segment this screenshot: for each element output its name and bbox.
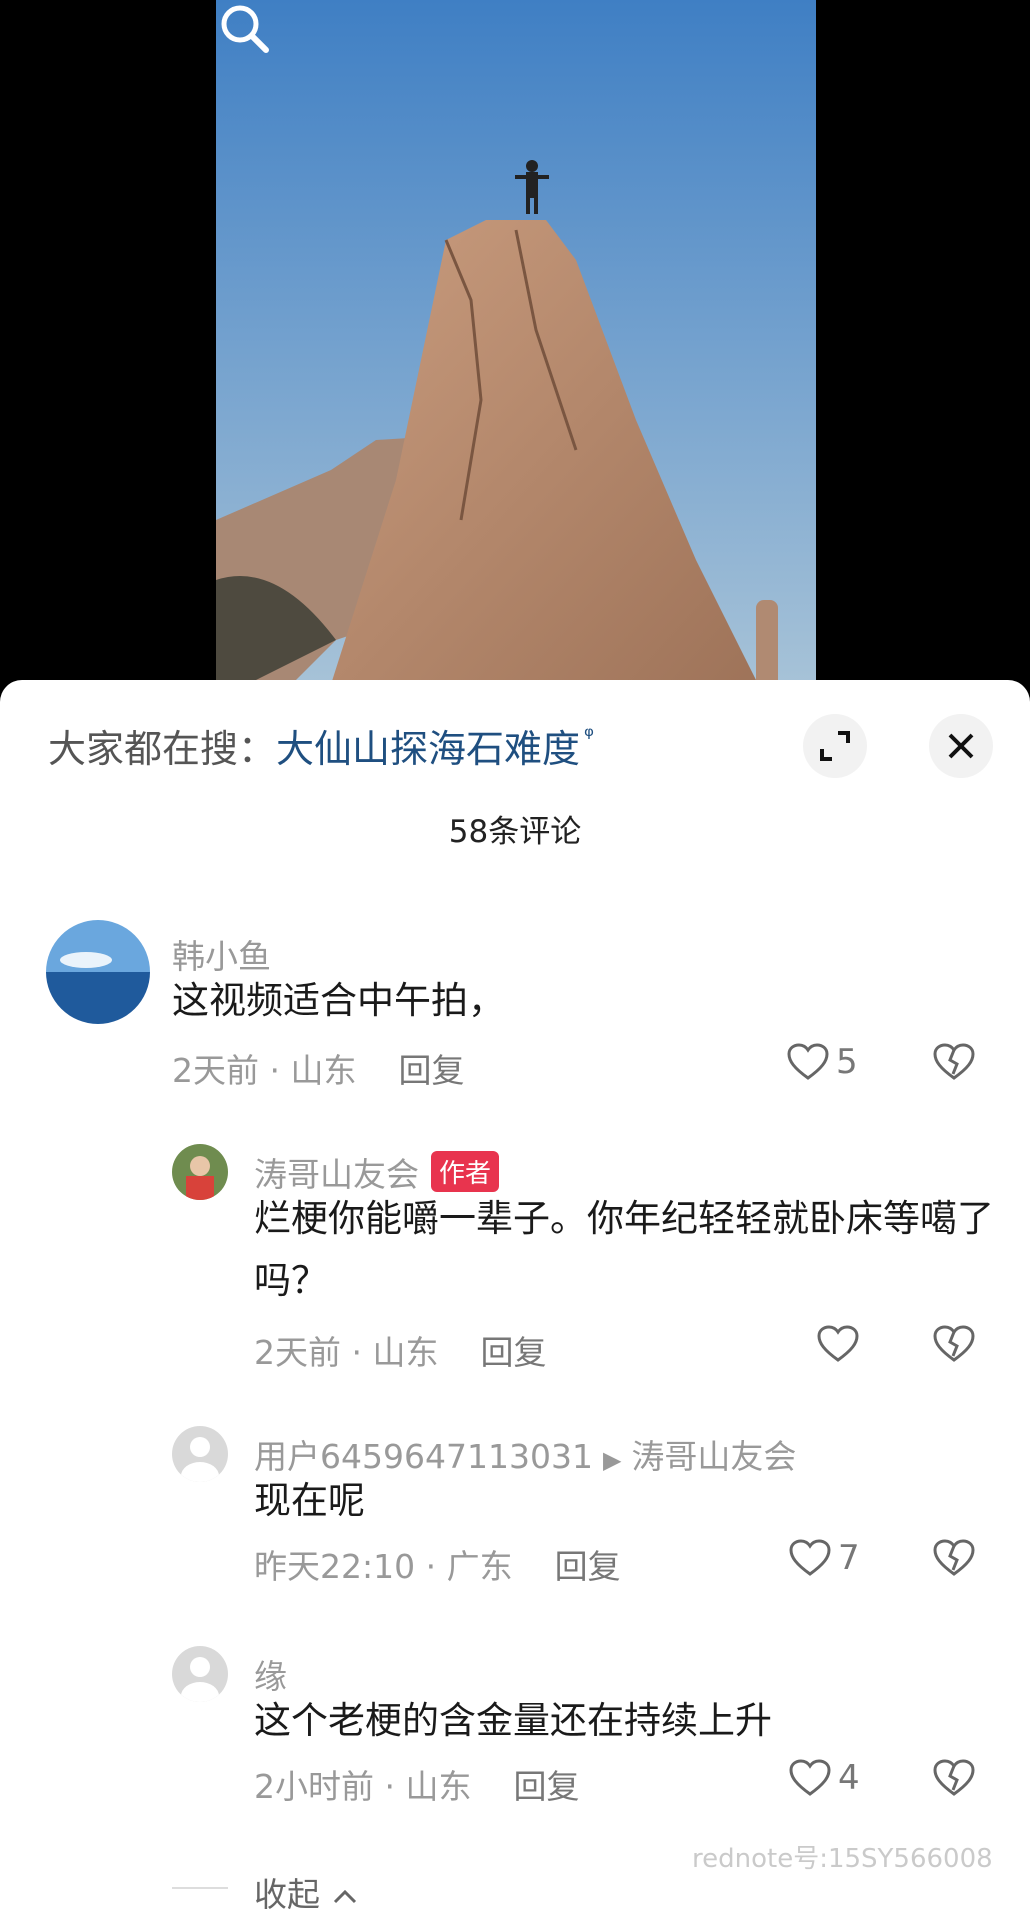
search-small-icon: ᵠ [584, 722, 595, 750]
comment-meta: 昨天22:10 · 广东 回复 [254, 1540, 621, 1588]
watermark: rednote号:15SY566008 [692, 1844, 993, 1874]
search-icon[interactable] [216, 0, 272, 56]
comment-text: 烂梗你能嚼一辈子。你年纪轻轻就卧床等噶了吗？ [254, 1197, 994, 1302]
comment-time-location: 2天前 · 山东 [172, 1051, 357, 1090]
heart-icon [817, 1325, 859, 1362]
trending-search[interactable]: 大家都在搜：大仙山探海石难度 ᵠ [48, 718, 594, 773]
expand-icon [820, 731, 850, 761]
default-avatar-icon [181, 1437, 219, 1482]
like-button[interactable]: 5 [786, 1042, 858, 1082]
collapse-button[interactable]: 收起 [254, 1868, 359, 1916]
divider [172, 1887, 228, 1889]
close-icon [948, 733, 974, 759]
expand-button[interactable] [803, 714, 867, 778]
broken-heart-icon[interactable] [932, 1324, 976, 1364]
comment-time-location: 昨天22:10 · 广东 [254, 1547, 513, 1586]
comment-meta: 2小时前 · 山东 回复 [254, 1760, 579, 1808]
reply-button[interactable]: 回复 [480, 1333, 546, 1372]
like-count: 4 [838, 1758, 860, 1798]
avatar[interactable] [46, 920, 150, 1024]
comment-meta: 2天前 · 山东 回复 [254, 1326, 546, 1374]
comments-count: 58条评论 [448, 814, 582, 850]
avatar-image [172, 1144, 228, 1200]
comment-text: 这视频适合中午拍， [172, 979, 505, 1022]
broken-heart-icon[interactable] [932, 1538, 976, 1578]
comment-text: 现在呢 [254, 1479, 365, 1522]
comment-sheet: 大家都在搜：大仙山探海石难度 ᵠ 58条评论 韩小鱼 这视频适合中午拍， 2天前 … [0, 680, 1030, 1920]
avatar[interactable] [172, 1646, 228, 1702]
broken-heart-icon[interactable] [932, 1042, 976, 1082]
reply-button[interactable]: 回复 [555, 1547, 621, 1586]
default-avatar-icon [181, 1657, 219, 1702]
like-button[interactable]: 7 [788, 1538, 860, 1578]
heart-icon [787, 1043, 829, 1080]
reply-button[interactable]: 回复 [398, 1051, 464, 1090]
video-player[interactable] [0, 0, 1030, 700]
avatar[interactable] [172, 1426, 228, 1482]
heart-icon [789, 1759, 831, 1796]
broken-heart-icon[interactable] [932, 1758, 976, 1798]
comment-time-location: 2天前 · 山东 [254, 1333, 439, 1372]
heart-icon [789, 1539, 831, 1576]
chevron-up-icon [333, 1889, 356, 1904]
close-button[interactable] [929, 714, 993, 778]
avatar[interactable] [172, 1144, 228, 1200]
author-badge: 作者 [431, 1151, 500, 1192]
comment-text: 这个老梗的含金量还在持续上升 [254, 1699, 772, 1742]
trending-keyword[interactable]: 大仙山探海石难度 [276, 727, 580, 771]
video-frame [216, 0, 816, 700]
like-button[interactable]: 4 [788, 1758, 860, 1798]
comment-meta: 2天前 · 山东 回复 [172, 1044, 464, 1092]
reply-button[interactable]: 回复 [513, 1767, 579, 1806]
comment-time-location: 2小时前 · 山东 [254, 1767, 472, 1806]
like-count: 5 [836, 1042, 858, 1082]
like-count: 7 [838, 1538, 860, 1578]
like-button[interactable] [816, 1324, 866, 1364]
trending-prefix: 大家都在搜： [48, 727, 277, 771]
avatar-image [46, 920, 150, 1024]
collapse-label: 收起 [254, 1875, 320, 1914]
